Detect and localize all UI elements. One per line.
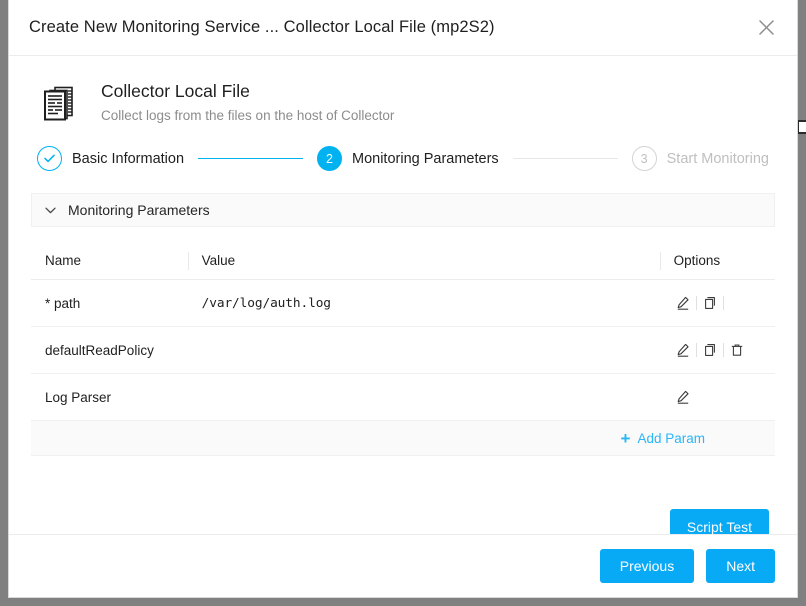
service-banner: Collector Local File Collect logs from t… bbox=[31, 78, 775, 128]
step-2-indicator: 2 bbox=[317, 146, 342, 171]
dialog-title: Create New Monitoring Service ... Collec… bbox=[29, 18, 495, 37]
wizard-steps: Basic Information 2 Monitoring Parameter… bbox=[31, 146, 775, 171]
edit-icon[interactable] bbox=[670, 339, 696, 361]
step-2-label: Monitoring Parameters bbox=[352, 151, 499, 167]
row-actions bbox=[670, 292, 775, 314]
add-param-row: + Add Param bbox=[31, 421, 775, 456]
table-row: * path /var/log/auth.log bbox=[31, 280, 775, 327]
param-value: /var/log/auth.log bbox=[188, 280, 660, 327]
step-3-label: Start Monitoring bbox=[667, 151, 769, 167]
param-options bbox=[660, 280, 775, 327]
copy-icon[interactable] bbox=[697, 339, 723, 361]
step-monitoring-parameters[interactable]: 2 Monitoring Parameters bbox=[317, 146, 499, 171]
column-header-name: Name bbox=[31, 243, 188, 280]
parameters-table: Name Value Options * path /var/log/auth.… bbox=[31, 243, 775, 456]
script-test-row: Script Test bbox=[31, 509, 775, 534]
action-separator bbox=[723, 296, 724, 310]
step-basic-information[interactable]: Basic Information bbox=[37, 146, 184, 171]
step-1-label: Basic Information bbox=[72, 151, 184, 167]
create-monitoring-service-dialog: Create New Monitoring Service ... Collec… bbox=[8, 0, 798, 598]
param-name: Log Parser bbox=[31, 374, 188, 421]
monitoring-parameters-section-header[interactable]: Monitoring Parameters bbox=[31, 193, 775, 227]
plus-icon: + bbox=[621, 430, 631, 447]
dialog-footer: Previous Next bbox=[9, 534, 797, 597]
column-header-options: Options bbox=[660, 243, 775, 280]
row-actions bbox=[670, 339, 775, 361]
copy-icon[interactable] bbox=[697, 292, 723, 314]
step-connector-2 bbox=[513, 158, 618, 160]
edit-icon[interactable] bbox=[670, 292, 696, 314]
document-stack-icon bbox=[37, 80, 85, 128]
step-1-indicator bbox=[37, 146, 62, 171]
table-body: * path /var/log/auth.log bbox=[31, 280, 775, 456]
script-test-button[interactable]: Script Test bbox=[670, 509, 769, 534]
table-head: Name Value Options bbox=[31, 243, 775, 280]
step-3-indicator: 3 bbox=[632, 146, 657, 171]
next-button[interactable]: Next bbox=[706, 549, 775, 583]
edit-icon[interactable] bbox=[670, 386, 696, 408]
param-value bbox=[188, 374, 660, 421]
add-param-button[interactable]: + Add Param bbox=[31, 421, 775, 455]
param-name: * path bbox=[31, 280, 188, 327]
close-icon[interactable] bbox=[753, 15, 779, 41]
table-row: Log Parser bbox=[31, 374, 775, 421]
service-text: Collector Local File Collect logs from t… bbox=[101, 78, 394, 127]
dialog-body: Collector Local File Collect logs from t… bbox=[9, 56, 797, 534]
dialog-header: Create New Monitoring Service ... Collec… bbox=[9, 0, 797, 56]
column-header-value: Value bbox=[188, 243, 660, 280]
step-connector-1 bbox=[198, 158, 303, 160]
table-row: defaultReadPolicy bbox=[31, 327, 775, 374]
background-widget-fragment bbox=[797, 120, 806, 134]
service-description: Collect logs from the files on the host … bbox=[101, 105, 394, 127]
param-name: defaultReadPolicy bbox=[31, 327, 188, 374]
step-start-monitoring[interactable]: 3 Start Monitoring bbox=[632, 146, 769, 171]
delete-icon[interactable] bbox=[724, 339, 750, 361]
previous-button[interactable]: Previous bbox=[600, 549, 694, 583]
add-param-label: Add Param bbox=[637, 431, 705, 446]
section-title: Monitoring Parameters bbox=[68, 202, 210, 218]
param-value bbox=[188, 327, 660, 374]
service-name: Collector Local File bbox=[101, 79, 394, 103]
param-options bbox=[660, 327, 775, 374]
add-param-cell: + Add Param bbox=[31, 421, 775, 456]
param-options bbox=[660, 374, 775, 421]
chevron-down-icon bbox=[44, 204, 56, 216]
row-actions bbox=[670, 386, 775, 408]
table-header-row: Name Value Options bbox=[31, 243, 775, 280]
